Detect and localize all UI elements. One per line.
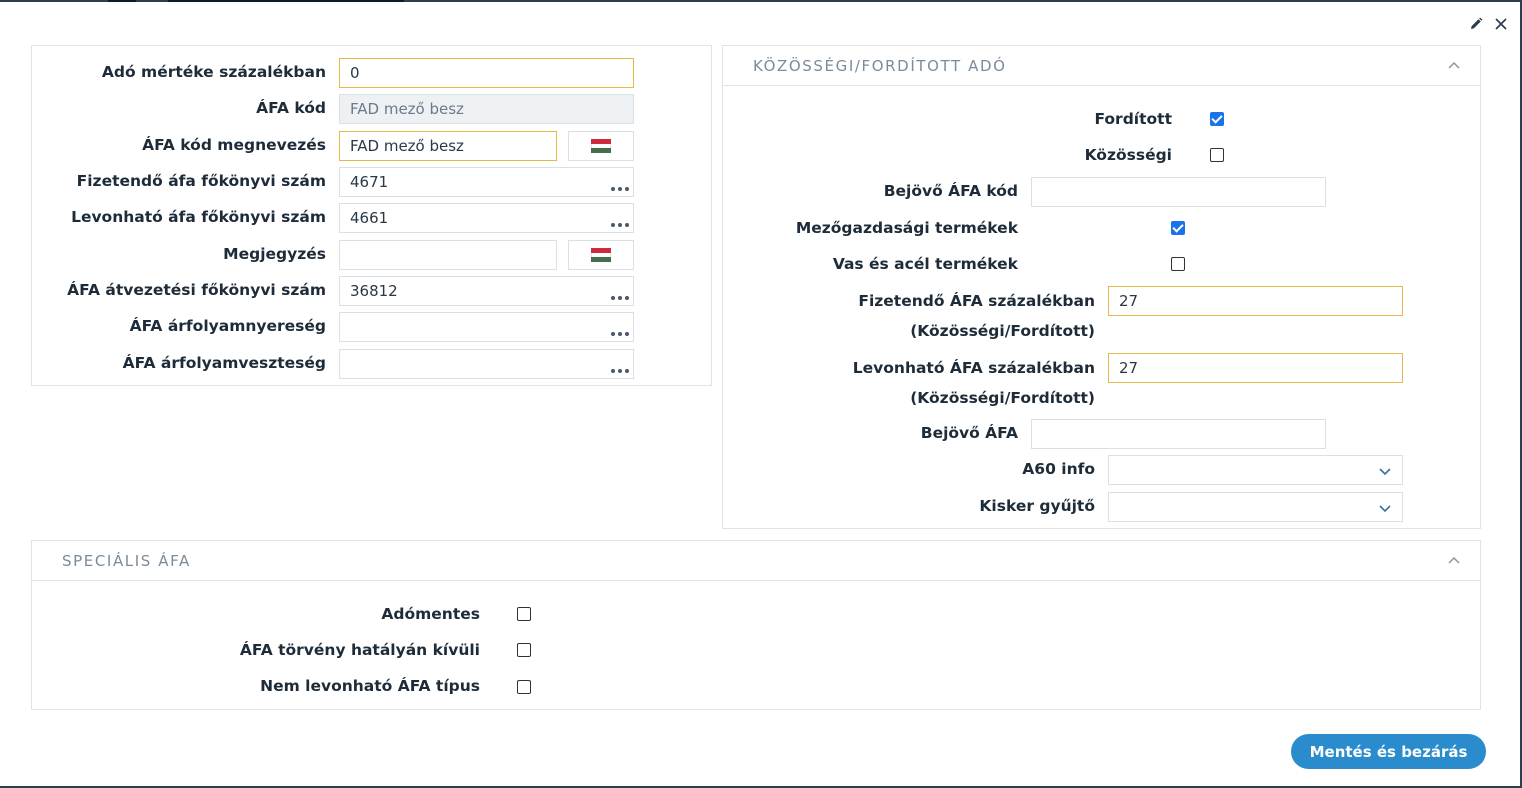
payable-account-label: Fizetendő áfa főkönyvi szám [76,172,326,190]
ellipsis-icon[interactable] [608,183,632,195]
hungarian-flag-icon [591,248,611,263]
pencil-icon[interactable] [1466,14,1486,34]
chevron-up-icon[interactable] [1446,553,1462,569]
transfer-account-label: ÁFA átvezetési főkönyvi szám [67,281,326,299]
deductible-pct-label: Levonható ÁFA százalékban (Közösségi/For… [852,359,1095,407]
a60-info-label: A60 info [1022,460,1095,478]
fx-gain-input[interactable] [339,312,634,342]
incoming-code-input[interactable] [1031,177,1326,207]
incoming-vat-label: Bejövő ÁFA [920,424,1018,442]
ellipsis-icon[interactable] [608,328,632,340]
note-input[interactable] [339,240,557,270]
reverse-checkbox[interactable] [1210,112,1224,126]
nondeductible-checkbox[interactable] [517,680,531,694]
agri-checkbox[interactable] [1171,221,1185,235]
panel-header: KÖZÖSSÉGI/FORDÍTOTT ADÓ [723,46,1480,86]
ellipsis-icon[interactable] [608,219,632,231]
a60-info-select[interactable] [1108,455,1403,485]
panel-title: KÖZÖSSÉGI/FORDÍTOTT ADÓ [753,56,1007,75]
chevron-up-icon[interactable] [1446,58,1462,74]
save-and-close-button[interactable]: Mentés és bezárás [1291,734,1486,769]
vat-code-name-label: ÁFA kód megnevezés [142,136,326,154]
note-label: Megjegyzés [223,245,326,263]
transfer-account-input[interactable] [339,276,634,306]
hungarian-flag-icon [591,139,611,154]
payable-pct-label: Fizetendő ÁFA százalékban (Közösségi/For… [858,292,1095,340]
exempt-checkbox[interactable] [517,607,531,621]
community-checkbox[interactable] [1210,148,1224,162]
payable-pct-input[interactable] [1108,286,1403,316]
rate-label: Adó mértéke százalékban [101,63,326,81]
nondeductible-label: Nem levonható ÁFA típus [260,677,480,695]
close-icon[interactable] [1491,14,1511,34]
fx-gain-label: ÁFA árfolyamnyereség [129,317,326,335]
translate-name-button[interactable] [568,131,634,161]
outside-scope-label: ÁFA törvény hatályán kívüli [239,641,480,659]
agri-label: Mezőgazdasági termékek [795,219,1018,237]
reverse-label: Fordított [1094,110,1172,128]
outside-scope-checkbox[interactable] [517,643,531,657]
steel-checkbox[interactable] [1171,257,1185,271]
deductible-account-label: Levonható áfa főkönyvi szám [71,208,326,226]
payable-account-input[interactable] [339,167,634,197]
exempt-label: Adómentes [381,605,480,623]
window-top-border [0,0,1522,2]
ellipsis-icon[interactable] [608,292,632,304]
panel-title: SPECIÁLIS ÁFA [62,551,191,570]
incoming-code-label: Bejövő ÁFA kód [883,182,1018,200]
steel-label: Vas és acél termékek [832,255,1018,273]
rate-input[interactable] [339,58,634,88]
retail-collector-select[interactable] [1108,492,1403,522]
fx-loss-input[interactable] [339,349,634,379]
vat-code-label: ÁFA kód [256,99,326,117]
top-border-segment [108,0,136,2]
vat-code-input [339,94,634,124]
chevron-down-icon [1379,468,1391,476]
translate-note-button[interactable] [568,240,634,270]
fx-loss-label: ÁFA árfolyamveszteség [122,354,326,372]
panel-header: SPECIÁLIS ÁFA [32,541,1480,581]
deductible-pct-input[interactable] [1108,353,1403,383]
chevron-down-icon [1379,505,1391,513]
community-label: Közösségi [1084,146,1172,164]
retail-collector-label: Kisker gyűjtő [979,497,1095,515]
incoming-vat-input[interactable] [1031,419,1326,449]
top-border-segment [168,0,404,2]
ellipsis-icon[interactable] [608,365,632,377]
vat-code-name-input[interactable] [339,131,557,161]
deductible-account-input[interactable] [339,203,634,233]
